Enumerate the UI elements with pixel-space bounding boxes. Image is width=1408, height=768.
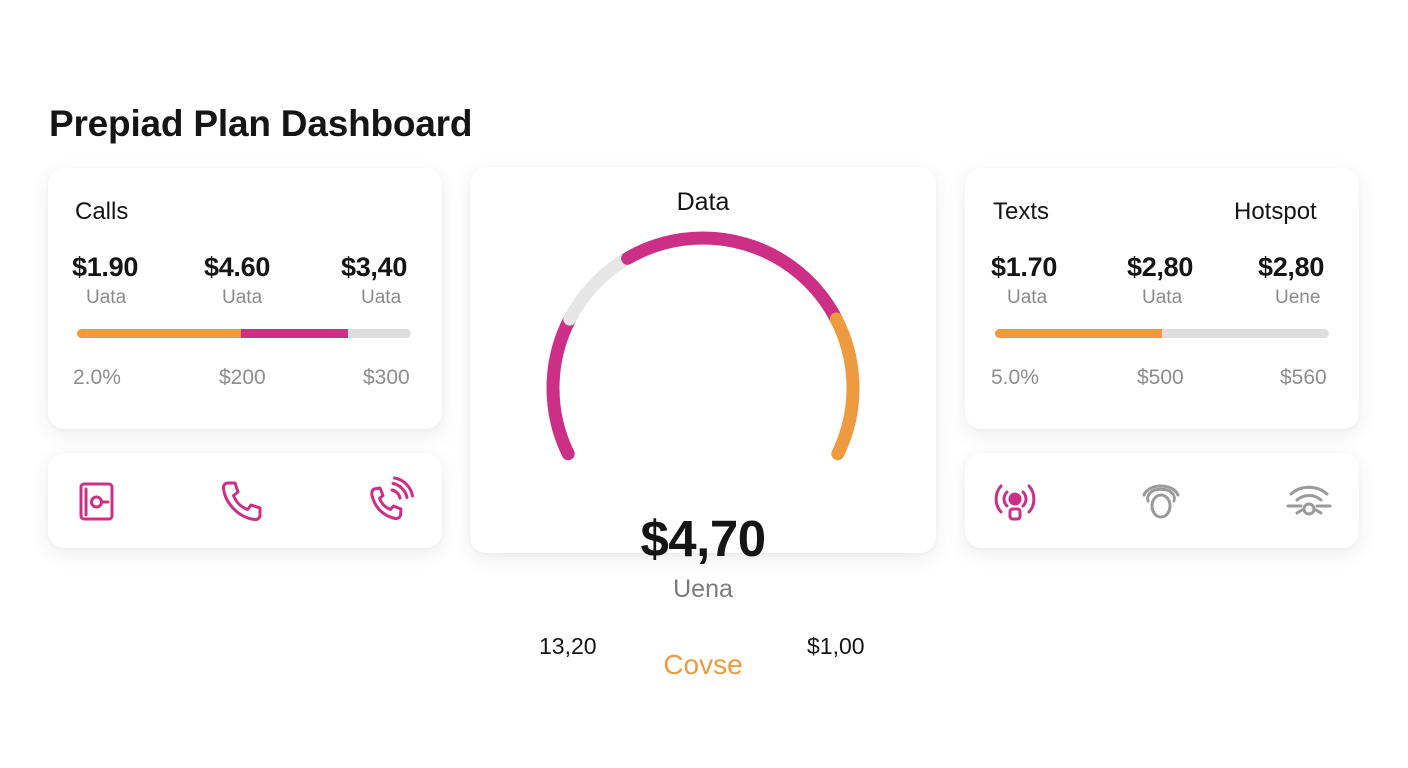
calls-usage-bar-orange <box>77 329 241 338</box>
hotspot-signal-icon[interactable] <box>1135 475 1187 527</box>
texts-usage-bar <box>995 329 1329 338</box>
hotspot-card-title: Hotspot <box>1234 198 1317 225</box>
texts-scale-min: 5.0% <box>991 366 1039 389</box>
calls-scale-mid: $200 <box>219 366 266 389</box>
gauge-segment-4 <box>829 312 860 461</box>
texts-hotspot-card: Texts Hotspot $1.70 Uata $2,80 Uata $2,8… <box>965 168 1359 429</box>
wifi-hotspot-icon[interactable] <box>1283 475 1335 527</box>
calls-stat-1-value: $1.90 <box>72 252 139 282</box>
calls-card-title: Calls <box>75 198 129 225</box>
hotspot-stat-label: Uene <box>1275 287 1321 308</box>
data-gauge-sublabel: Uena <box>673 575 733 603</box>
calls-stat-2-value: $4.60 <box>204 252 271 282</box>
hotspot-icons-card <box>965 453 1359 548</box>
calls-stat-3-label: Uata <box>361 287 402 308</box>
data-gauge-status: Covse <box>663 649 743 680</box>
data-usage-gauge <box>546 231 860 461</box>
calls-usage-bar-magenta <box>240 329 348 338</box>
phone-icon[interactable] <box>216 475 268 527</box>
calls-stat-2-label: Uata <box>222 287 263 308</box>
calls-stat-1-label: Uata <box>86 287 127 308</box>
calls-scale-min: 2.0% <box>73 366 121 389</box>
data-gauge-value: $4,70 <box>640 510 766 567</box>
texts-stat-1-value: $1.70 <box>991 252 1058 282</box>
calls-usage-bar <box>77 329 411 338</box>
texts-scale-max: $560 <box>1280 366 1327 389</box>
hotspot-stat-value: $2,80 <box>1258 252 1325 282</box>
gauge-segment-2 <box>563 251 635 326</box>
gauge-segment-3 <box>621 231 843 326</box>
voicemail-icon[interactable] <box>70 475 122 527</box>
texts-card-title: Texts <box>993 198 1050 225</box>
texts-stat-2-value: $2,80 <box>1127 252 1194 282</box>
texts-usage-bar-orange <box>995 329 1162 338</box>
page-title: Prepiad Plan Dashboard <box>49 103 473 144</box>
calls-stat-3-value: $3,40 <box>341 252 408 282</box>
calls-card: Calls $1.90 Uata $4.60 Uata $3,40 Uata 2… <box>48 168 442 429</box>
texts-scale-mid: $500 <box>1137 366 1184 389</box>
hotspot-broadcast-icon[interactable] <box>989 475 1041 527</box>
texts-stat-2-label: Uata <box>1142 287 1183 308</box>
gauge-segment-1 <box>546 312 577 461</box>
texts-stat-1-label: Uata <box>1007 287 1048 308</box>
phone-ringing-icon[interactable] <box>364 475 416 527</box>
calls-icons-card <box>48 453 442 548</box>
data-card: Data $4,70 Uena 13,20 $1,00 Covse <box>470 167 936 680</box>
calls-scale-max: $300 <box>363 366 410 389</box>
